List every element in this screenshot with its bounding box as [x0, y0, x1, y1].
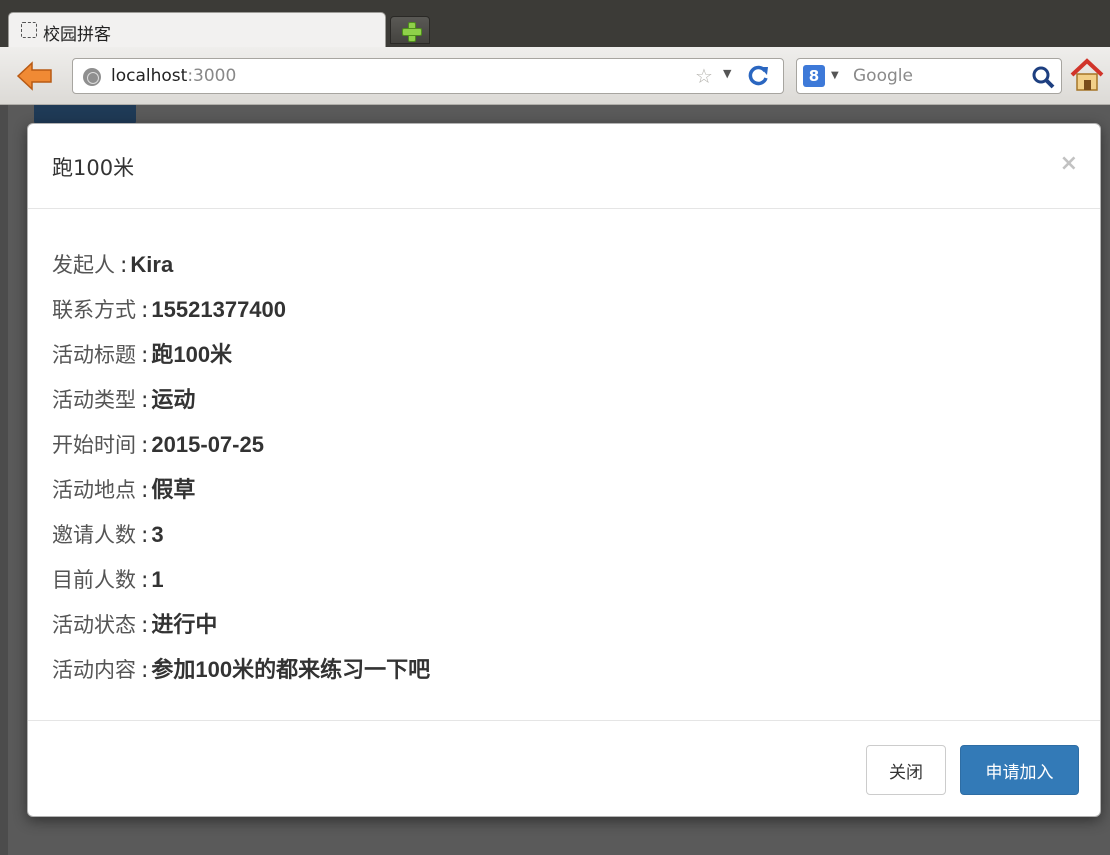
field-row-content: 活动内容: 参加100米的都来练习一下吧	[52, 647, 1052, 692]
field-row-status: 活动状态: 进行中	[52, 602, 1052, 647]
close-icon[interactable]: ×	[1060, 151, 1078, 176]
join-button[interactable]: 申请加入	[960, 745, 1079, 795]
field-label: 开始时间	[52, 433, 136, 457]
new-tab-button[interactable]	[390, 16, 430, 44]
field-separator: :	[141, 343, 149, 368]
field-label: 活动内容	[52, 658, 136, 682]
field-separator: :	[141, 568, 149, 593]
back-button[interactable]	[16, 60, 54, 92]
field-separator: :	[141, 433, 149, 458]
field-value: 进行中	[151, 612, 218, 637]
field-row-location: 活动地点: 假草	[52, 467, 1052, 512]
field-value: 参加100米的都来练习一下吧	[151, 657, 431, 682]
page-icon	[21, 22, 37, 38]
close-button[interactable]: 关闭	[866, 745, 946, 795]
field-value: 1	[151, 567, 164, 592]
back-arrow-icon	[16, 61, 52, 91]
plus-icon	[401, 21, 422, 42]
field-value: 3	[151, 522, 164, 547]
field-value: Kira	[130, 252, 174, 277]
search-engine-icon[interactable]: 8	[803, 65, 825, 87]
url-dropdown-icon[interactable]: ▼	[723, 67, 731, 80]
field-separator: :	[141, 478, 149, 503]
field-value: 15521377400	[151, 297, 287, 322]
field-value: 跑100米	[151, 342, 233, 367]
field-value: 2015-07-25	[151, 432, 264, 457]
url-text: localhost:3000	[111, 66, 237, 86]
search-bar[interactable]: 8 ▼ Google	[796, 58, 1062, 94]
modal-title: 跑100米	[52, 156, 135, 180]
url-bar[interactable]: localhost:3000 ☆ ▼	[72, 58, 784, 94]
modal-footer: 关闭 申请加入	[28, 720, 1100, 818]
field-value: 假草	[151, 477, 196, 502]
field-label: 活动状态	[52, 613, 136, 637]
field-row-start-time: 开始时间:2015-07-25	[52, 422, 1052, 467]
field-row-current-count: 目前人数:1	[52, 557, 1052, 602]
page-edge	[0, 105, 8, 855]
field-label: 活动标题	[52, 343, 136, 367]
field-row-contact: 联系方式:15521377400	[52, 287, 1052, 332]
field-separator: :	[141, 658, 149, 683]
home-icon[interactable]	[1070, 57, 1104, 93]
star-icon[interactable]: ☆	[695, 64, 713, 88]
modal-body: 发起人: Kira 联系方式:15521377400 活动标题: 跑100米 活动类…	[52, 242, 1052, 692]
search-engine-dropdown-icon[interactable]: ▼	[831, 70, 839, 81]
navigation-bar: localhost:3000 ☆ ▼ 8 ▼ Google	[0, 47, 1110, 105]
field-row-title: 活动标题: 跑100米	[52, 332, 1052, 377]
search-input[interactable]: Google	[853, 66, 913, 86]
field-row-initiator: 发起人: Kira	[52, 242, 1052, 287]
background-button	[34, 105, 136, 125]
field-value: 运动	[151, 387, 196, 412]
field-separator: :	[141, 613, 149, 638]
browser-tab[interactable]: 校园拼客	[8, 12, 386, 47]
field-separator: :	[120, 253, 128, 278]
magnifier-icon[interactable]	[1031, 65, 1055, 89]
reload-icon[interactable]	[745, 62, 771, 88]
field-row-type: 活动类型: 运动	[52, 377, 1052, 422]
field-label: 联系方式	[52, 298, 136, 322]
field-separator: :	[141, 523, 149, 548]
field-row-invited-count: 邀请人数:3	[52, 512, 1052, 557]
field-label: 目前人数	[52, 568, 136, 592]
field-label: 发起人	[52, 253, 115, 277]
field-separator: :	[141, 298, 149, 323]
field-label: 邀请人数	[52, 523, 136, 547]
field-label: 活动类型	[52, 388, 136, 412]
modal-header: 跑100米 ×	[28, 124, 1100, 209]
tab-strip: 校园拼客	[0, 0, 1110, 47]
field-label: 活动地点	[52, 478, 136, 502]
tab-title: 校园拼客	[43, 25, 111, 45]
field-separator: :	[141, 388, 149, 413]
activity-modal: 跑100米 × 发起人: Kira 联系方式:15521377400 活动标题: 跑…	[27, 123, 1101, 817]
globe-icon	[83, 68, 101, 86]
